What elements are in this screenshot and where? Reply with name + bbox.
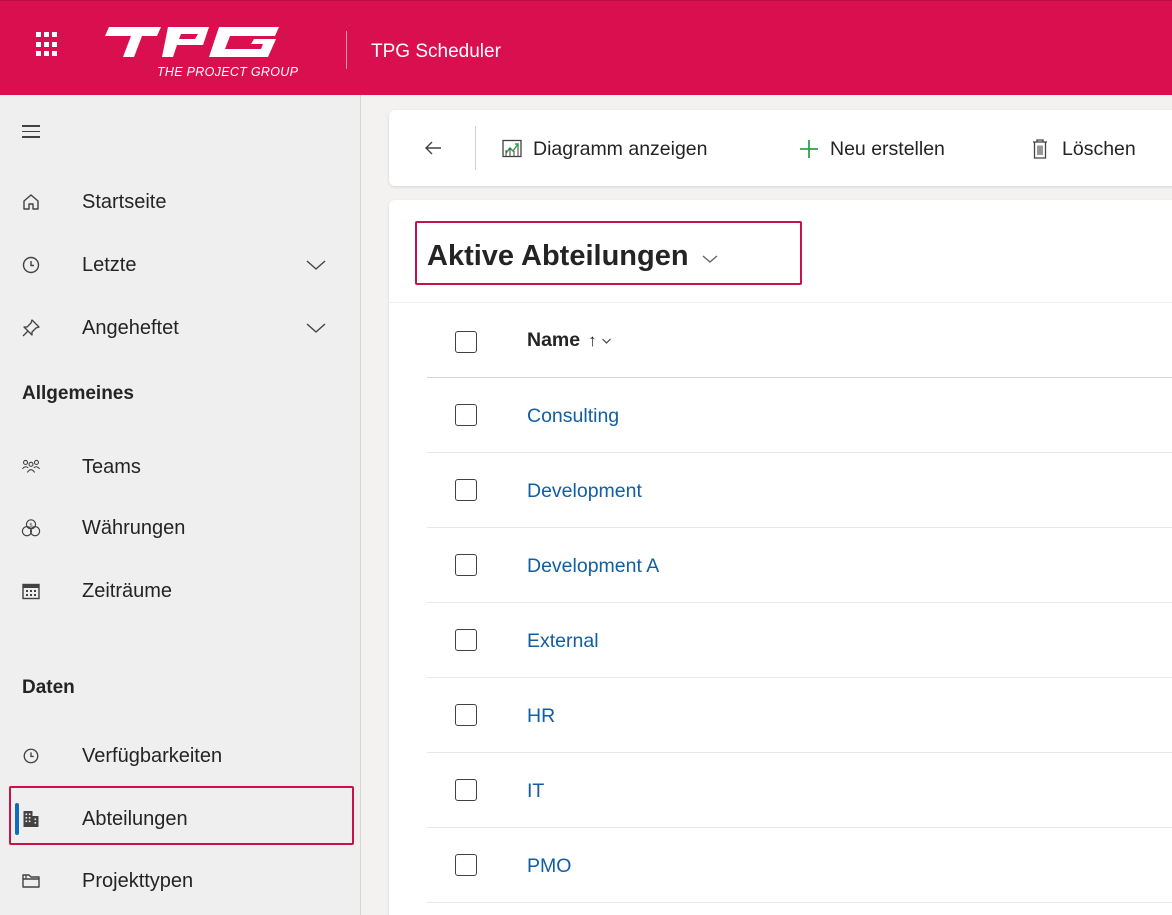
table-row[interactable]: Consulting	[427, 378, 1172, 453]
hamburger-menu-icon[interactable]	[22, 125, 40, 138]
logo-subtitle: THE PROJECT GROUP	[157, 65, 299, 79]
app-header: THE PROJECT GROUP TPG Scheduler	[0, 0, 1172, 95]
row-checkbox[interactable]	[455, 404, 477, 426]
trash-icon	[1030, 138, 1052, 160]
sidebar-item-label: Währungen	[82, 516, 186, 539]
table-row[interactable]: Development A	[427, 528, 1172, 603]
people-icon	[21, 457, 41, 477]
table-row[interactable]: Development	[427, 453, 1172, 528]
grid-header: Name ↑	[427, 303, 1172, 378]
sidebar-item-waehrungen[interactable]: $ Währungen	[0, 505, 361, 551]
table-row[interactable]: HR	[427, 678, 1172, 753]
sidebar-item-angeheftet[interactable]: Angeheftet	[0, 305, 361, 351]
sidebar-item-label: Abteilungen	[82, 807, 188, 830]
chart-icon	[501, 138, 523, 160]
chevron-down-icon	[702, 255, 718, 263]
section-title-allgemeines: Allgemeines	[22, 383, 134, 404]
command-bar-divider	[475, 126, 476, 170]
table-row[interactable]: IT	[427, 753, 1172, 828]
sidebar-item-label: Verfügbarkeiten	[82, 744, 223, 767]
sidebar-item-startseite[interactable]: Startseite	[0, 179, 361, 225]
command-bar: Diagramm anzeigen Neu erstellen Löschen	[389, 110, 1172, 186]
sidebar-item-teams[interactable]: Teams	[0, 444, 361, 490]
column-label: Name	[527, 329, 581, 351]
main-view-card: Aktive Abteilungen Name ↑ Consulting Dev…	[389, 200, 1172, 915]
app-title[interactable]: TPG Scheduler	[371, 41, 501, 63]
sidebar-item-label: Angeheftet	[82, 316, 179, 339]
sidebar: Startseite Letzte Angeheftet Allgemeines…	[0, 95, 361, 915]
delete-button[interactable]: Löschen	[1030, 134, 1136, 164]
currency-icon: $	[21, 518, 41, 538]
clock-icon	[21, 746, 41, 766]
row-checkbox[interactable]	[455, 779, 477, 801]
app-launcher-icon[interactable]	[36, 32, 62, 58]
row-checkbox[interactable]	[455, 854, 477, 876]
sidebar-item-letzte[interactable]: Letzte	[0, 242, 361, 288]
delete-label: Löschen	[1062, 137, 1136, 160]
sidebar-item-verfuegbarkeiten[interactable]: Verfügbarkeiten	[0, 733, 361, 779]
sidebar-item-label: Letzte	[82, 253, 137, 276]
folder-icon	[21, 871, 41, 891]
show-chart-button[interactable]: Diagramm anzeigen	[501, 134, 708, 164]
column-header-name[interactable]: Name ↑	[527, 329, 612, 352]
row-checkbox[interactable]	[455, 479, 477, 501]
view-title: Aktive Abteilungen	[427, 240, 689, 272]
add-icon	[798, 138, 820, 160]
sidebar-item-abteilungen[interactable]: Abteilungen	[0, 796, 361, 842]
header-divider	[346, 31, 347, 69]
table-row[interactable]: External	[427, 603, 1172, 678]
chevron-down-icon[interactable]	[305, 258, 327, 272]
row-name-link[interactable]: IT	[527, 780, 544, 803]
home-icon	[21, 192, 41, 212]
calendar-icon	[21, 581, 41, 601]
row-name-link[interactable]: HR	[527, 705, 555, 728]
row-checkbox[interactable]	[455, 554, 477, 576]
sidebar-item-label: Teams	[82, 455, 141, 478]
select-all-checkbox[interactable]	[455, 331, 477, 353]
show-chart-label: Diagramm anzeigen	[533, 137, 708, 160]
svg-text:$: $	[29, 523, 33, 529]
chevron-down-icon[interactable]	[305, 321, 327, 335]
table-row[interactable]: PMO	[427, 828, 1172, 903]
chevron-down-icon	[601, 338, 611, 344]
sort-ascending-icon: ↑	[588, 330, 597, 350]
sidebar-item-label: Startseite	[82, 190, 167, 213]
sidebar-item-projekttypen[interactable]: Projekttypen	[0, 858, 361, 904]
row-checkbox[interactable]	[455, 704, 477, 726]
new-record-button[interactable]: Neu erstellen	[798, 134, 945, 164]
back-arrow-icon[interactable]	[423, 138, 443, 158]
section-title-daten: Daten	[22, 677, 75, 698]
row-name-link[interactable]: Consulting	[527, 405, 619, 428]
row-name-link[interactable]: External	[527, 630, 599, 653]
sidebar-item-zeitraeume[interactable]: Zeiträume	[0, 568, 361, 614]
sidebar-item-label: Projekttypen	[82, 869, 194, 892]
view-selector[interactable]: Aktive Abteilungen	[427, 240, 719, 273]
sidebar-item-label: Zeiträume	[82, 579, 173, 602]
pin-icon	[21, 318, 41, 338]
building-icon	[21, 809, 41, 829]
row-name-link[interactable]: PMO	[527, 855, 571, 878]
clock-icon	[21, 255, 41, 275]
row-name-link[interactable]: Development	[527, 480, 642, 503]
row-name-link[interactable]: Development A	[527, 555, 659, 578]
new-record-label: Neu erstellen	[830, 137, 945, 160]
row-checkbox[interactable]	[455, 629, 477, 651]
tpg-logo[interactable]: THE PROJECT GROUP	[101, 23, 336, 87]
